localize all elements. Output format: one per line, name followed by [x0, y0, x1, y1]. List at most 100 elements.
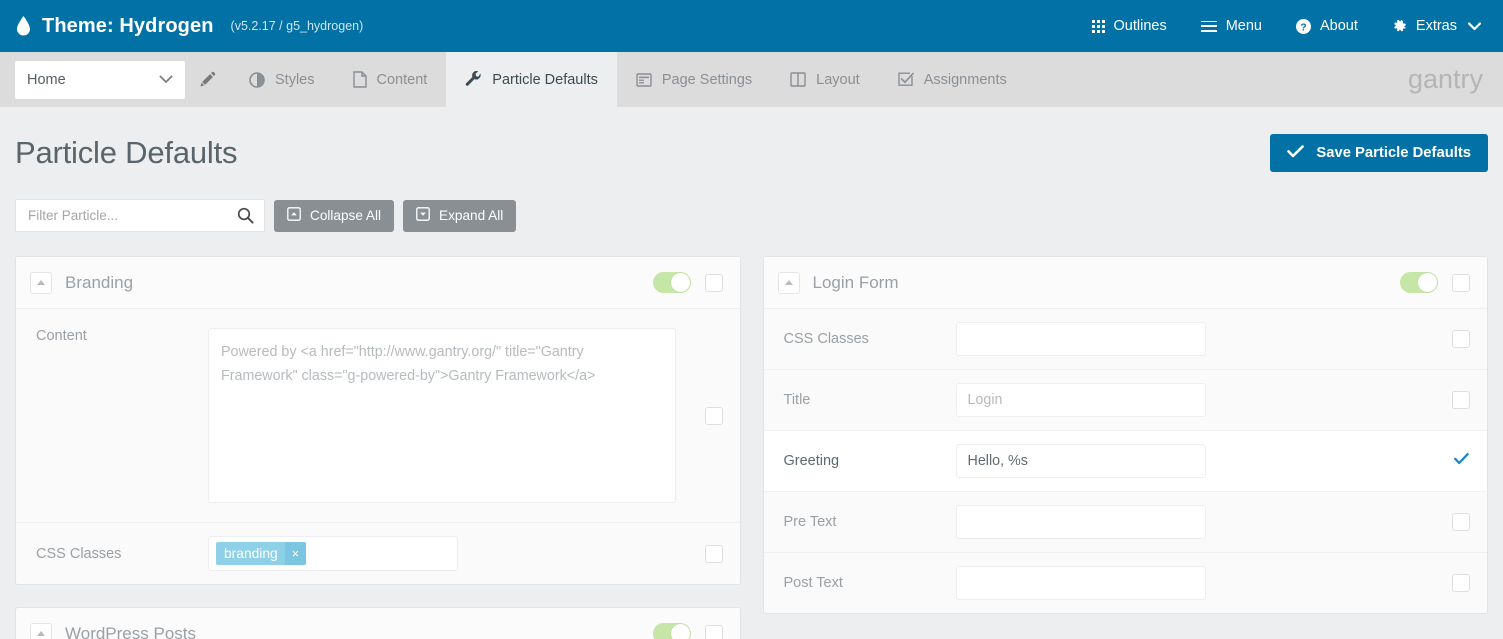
branding-content-textarea[interactable] [208, 328, 676, 503]
field-end-login-post-text [1452, 574, 1470, 592]
tag-branding-label: branding [216, 546, 285, 561]
panel-login-form-header: Login Form [764, 257, 1488, 309]
chevron-down-icon [159, 72, 173, 88]
panel-login-form-header-controls [1400, 272, 1470, 293]
collapse-all-button[interactable]: Collapse All [274, 200, 394, 232]
outline-select[interactable]: Home [15, 61, 185, 99]
panel-login-form-title: Login Form [813, 273, 899, 293]
field-label-login-title: Title [784, 392, 956, 408]
brand: Theme: Hydrogen (v5.2.17 / g5_hydrogen) [16, 15, 363, 38]
panel-login-form-enable-toggle[interactable] [1400, 272, 1438, 293]
field-label-login-greeting: Greeting [784, 453, 956, 469]
panel-wordpress-posts-collapse-toggle[interactable] [30, 623, 52, 639]
field-end-login-pre-text [1452, 513, 1470, 531]
login-css-classes-override-checkbox[interactable] [1452, 330, 1470, 348]
nav-item-menu[interactable]: Menu [1201, 18, 1262, 34]
field-control-login-greeting [956, 444, 1437, 478]
tab-assignments-label: Assignments [924, 72, 1007, 88]
nav-item-extras-label: Extras [1416, 18, 1457, 34]
hamburger-icon [1201, 21, 1217, 32]
panel-wordpress-posts-header-controls [653, 623, 723, 639]
filter-particle-field[interactable] [15, 199, 265, 232]
field-end-login-title [1452, 391, 1470, 409]
expand-icon [416, 207, 430, 224]
search-icon[interactable] [237, 207, 254, 229]
panel-wordpress-posts-header: WordPress Posts [16, 608, 740, 639]
nav-item-extras[interactable]: Extras [1392, 18, 1481, 34]
top-bar: Theme: Hydrogen (v5.2.17 / g5_hydrogen) … [0, 0, 1503, 52]
outline-selector-group: Home [0, 52, 220, 107]
panel-branding-enable-toggle[interactable] [653, 272, 691, 293]
field-control-login-post-text [956, 566, 1437, 600]
page-settings-icon [636, 73, 652, 87]
field-control-content [208, 328, 689, 503]
tag-branding-remove-icon[interactable]: × [285, 542, 306, 565]
field-end-content [705, 407, 723, 425]
branding-css-classes-override-checkbox[interactable] [705, 545, 723, 563]
collapse-all-label: Collapse All [310, 208, 381, 223]
pencil-icon[interactable] [195, 71, 220, 88]
login-post-text-input[interactable] [956, 566, 1206, 600]
check-square-icon [898, 72, 914, 87]
chevron-down-icon [1468, 22, 1481, 31]
field-control-login-title [956, 383, 1437, 417]
contrast-icon [249, 72, 265, 88]
tab-page-settings[interactable]: Page Settings [617, 52, 771, 107]
grid-icon [1092, 20, 1105, 33]
panel-login-form-override-checkbox[interactable] [1452, 274, 1470, 292]
panel-login-form-collapse-toggle[interactable] [778, 272, 800, 294]
main-content: Particle Defaults Save Particle Defaults… [0, 107, 1503, 639]
toggle-knob [1418, 273, 1437, 292]
login-pre-text-override-checkbox[interactable] [1452, 513, 1470, 531]
panels-columns: Branding Content [15, 256, 1488, 639]
branding-content-override-checkbox[interactable] [705, 407, 723, 425]
tab-list: Styles Content Particle Defaults Page Se… [230, 52, 1026, 107]
panel-login-form-body: CSS Classes Title [764, 309, 1488, 613]
expand-all-button[interactable]: Expand All [403, 200, 516, 232]
document-icon [353, 71, 367, 88]
tag-branding[interactable]: branding × [216, 542, 306, 565]
field-label-login-css-classes: CSS Classes [784, 331, 956, 347]
toolbar: Collapse All Expand All [15, 199, 1488, 232]
tab-bar: Home Styles Content Particle Default [0, 52, 1503, 107]
expand-all-label: Expand All [439, 208, 503, 223]
water-drop-icon [16, 15, 31, 37]
login-title-input[interactable] [956, 383, 1206, 417]
login-greeting-override-checkbox[interactable] [1452, 452, 1470, 470]
field-row-login-greeting: Greeting [764, 431, 1488, 492]
login-greeting-input[interactable] [956, 444, 1206, 478]
tab-layout[interactable]: Layout [771, 52, 879, 107]
panel-wordpress-posts-enable-toggle[interactable] [653, 623, 691, 639]
panel-branding-override-checkbox[interactable] [705, 274, 723, 292]
login-post-text-override-checkbox[interactable] [1452, 574, 1470, 592]
login-title-override-checkbox[interactable] [1452, 391, 1470, 409]
tab-content[interactable]: Content [334, 52, 447, 107]
login-pre-text-input[interactable] [956, 505, 1206, 539]
theme-version: (v5.2.17 / g5_hydrogen) [231, 19, 364, 33]
wrench-icon [465, 71, 482, 88]
tab-assignments[interactable]: Assignments [879, 52, 1026, 107]
field-label-css-classes: CSS Classes [36, 546, 208, 562]
gantry-logo: gantry [1408, 52, 1503, 107]
panel-wordpress-posts-title: WordPress Posts [65, 624, 196, 639]
theme-title: Theme: Hydrogen [42, 15, 214, 38]
save-particle-defaults-button[interactable]: Save Particle Defaults [1270, 134, 1488, 172]
nav-item-outlines[interactable]: Outlines [1092, 18, 1167, 34]
nav-item-menu-label: Menu [1226, 18, 1262, 34]
nav-item-about[interactable]: ? About [1296, 18, 1358, 34]
branding-css-classes-tagbox[interactable]: branding × [208, 536, 458, 571]
panel-branding-collapse-toggle[interactable] [30, 272, 52, 294]
tab-content-label: Content [377, 72, 428, 88]
filter-particle-input[interactable] [26, 207, 254, 224]
field-control-css-classes: branding × [208, 536, 689, 571]
panel-wordpress-posts: WordPress Posts [15, 607, 741, 639]
tab-particle-defaults[interactable]: Particle Defaults [446, 52, 617, 107]
toggle-knob [671, 624, 690, 639]
outline-select-value: Home [27, 72, 66, 88]
login-css-classes-input[interactable] [956, 322, 1206, 356]
tab-styles[interactable]: Styles [230, 52, 334, 107]
panel-wordpress-posts-override-checkbox[interactable] [705, 625, 723, 639]
panel-login-form: Login Form CSS Classes [763, 256, 1489, 614]
gear-icon [1392, 19, 1407, 34]
field-label-content: Content [36, 328, 208, 344]
